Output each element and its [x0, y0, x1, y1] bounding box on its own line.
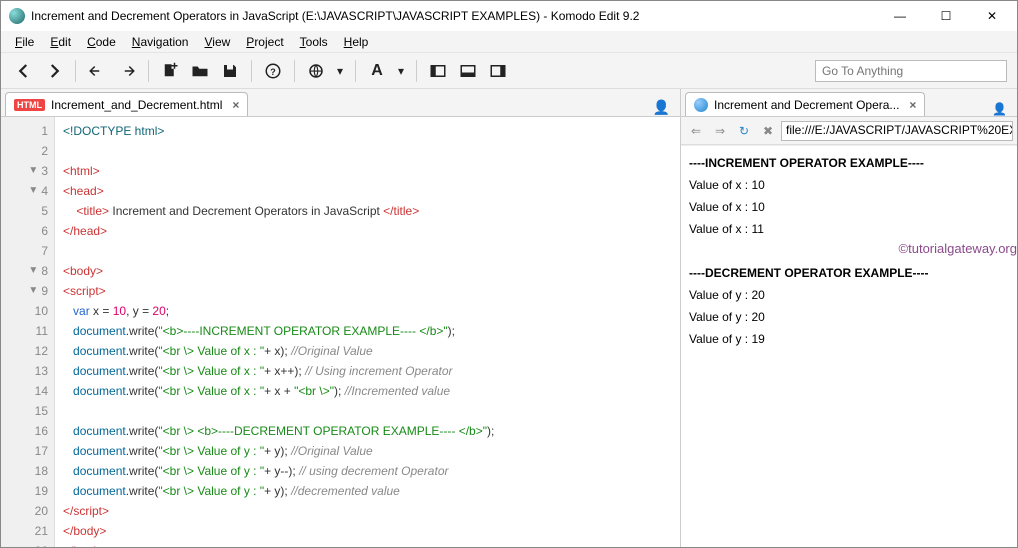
minimize-button[interactable]: ― [877, 2, 923, 30]
user-icon[interactable]: 👤 [992, 102, 1007, 116]
undo-icon[interactable] [84, 58, 110, 84]
window-titlebar: Increment and Decrement Operators in Jav… [1, 1, 1017, 31]
preview-line: Value of y : 19 [689, 332, 765, 346]
watermark: ©tutorialgateway.org [899, 238, 1017, 260]
font-icon[interactable]: A [364, 58, 390, 84]
window-title: Increment and Decrement Operators in Jav… [31, 9, 877, 23]
preview-pane: Increment and Decrement Opera... × 👤 ⇐ ⇒… [681, 89, 1017, 547]
menu-edit[interactable]: Edit [42, 33, 79, 51]
menu-bar: File Edit Code Navigation View Project T… [1, 31, 1017, 53]
separator [251, 60, 252, 82]
menu-tools[interactable]: Tools [292, 33, 336, 51]
panel-bottom-icon[interactable] [455, 58, 481, 84]
user-icon[interactable]: 👤 [653, 99, 670, 116]
nav-forward-icon[interactable]: ⇒ [709, 120, 731, 142]
editor-tabbar: HTML Increment_and_Decrement.html × 👤 [1, 89, 680, 117]
open-folder-icon[interactable] [187, 58, 213, 84]
url-field[interactable]: file:///E:/JAVASCRIPT/JAVASCRIPT%20EXA [781, 121, 1013, 141]
file-type-badge: HTML [14, 99, 45, 111]
save-icon[interactable] [217, 58, 243, 84]
help-icon[interactable]: ? [260, 58, 286, 84]
reload-icon[interactable]: ↻ [733, 120, 755, 142]
menu-code[interactable]: Code [79, 33, 124, 51]
preview-line: Value of x : 11 [689, 222, 764, 236]
dropdown-icon[interactable]: ▾ [394, 58, 408, 84]
separator [294, 60, 295, 82]
editor-pane: HTML Increment_and_Decrement.html × 👤 12… [1, 89, 681, 547]
editor-tab-label: Increment_and_Decrement.html [51, 98, 222, 112]
separator [355, 60, 356, 82]
nav-back-icon[interactable]: ⇐ [685, 120, 707, 142]
preview-body: ----INCREMENT OPERATOR EXAMPLE---- Value… [681, 145, 1017, 547]
preview-tabbar: Increment and Decrement Opera... × 👤 [681, 89, 1017, 117]
preview-tab[interactable]: Increment and Decrement Opera... × [685, 92, 925, 116]
preview-navbar: ⇐ ⇒ ↻ ✖ file:///E:/JAVASCRIPT/JAVASCRIPT… [681, 117, 1017, 145]
close-tab-icon[interactable]: × [232, 98, 239, 112]
search-input[interactable] [815, 60, 1007, 82]
app-icon [9, 8, 25, 24]
preview-tab-label: Increment and Decrement Opera... [714, 98, 899, 112]
preview-heading: ----DECREMENT OPERATOR EXAMPLE---- [689, 266, 929, 280]
menu-view[interactable]: View [196, 33, 238, 51]
globe-icon [694, 98, 708, 112]
svg-text:?: ? [270, 66, 276, 76]
maximize-button[interactable]: ☐ [923, 2, 969, 30]
preview-heading: ----INCREMENT OPERATOR EXAMPLE---- [689, 156, 924, 170]
separator [148, 60, 149, 82]
globe-icon[interactable] [303, 58, 329, 84]
dropdown-icon[interactable]: ▾ [333, 58, 347, 84]
close-tab-icon[interactable]: × [909, 98, 916, 112]
menu-project[interactable]: Project [238, 33, 291, 51]
preview-line: Value of x : 10 [689, 200, 765, 214]
new-file-icon[interactable] [157, 58, 183, 84]
editor-tab[interactable]: HTML Increment_and_Decrement.html × [5, 92, 248, 116]
back-icon[interactable] [11, 58, 37, 84]
separator [416, 60, 417, 82]
stop-icon[interactable]: ✖ [757, 120, 779, 142]
code-editor[interactable]: 12▼3▼4567▼8▼910111213141516171819202122 … [1, 117, 680, 547]
code-body[interactable]: <!DOCTYPE html><html><head> <title> Incr… [55, 117, 680, 547]
redo-icon[interactable] [114, 58, 140, 84]
menu-file[interactable]: File [7, 33, 42, 51]
line-gutter: 12▼3▼4567▼8▼910111213141516171819202122 [1, 117, 55, 547]
preview-line: Value of x : 10 [689, 178, 765, 192]
preview-line: Value of y : 20 [689, 310, 765, 324]
panel-left-icon[interactable] [425, 58, 451, 84]
toolbar: ? ▾ A ▾ [1, 53, 1017, 89]
menu-navigation[interactable]: Navigation [124, 33, 197, 51]
separator [75, 60, 76, 82]
close-button[interactable]: ✕ [969, 2, 1015, 30]
forward-icon[interactable] [41, 58, 67, 84]
preview-line: Value of y : 20 [689, 288, 765, 302]
panel-right-icon[interactable] [485, 58, 511, 84]
menu-help[interactable]: Help [336, 33, 377, 51]
